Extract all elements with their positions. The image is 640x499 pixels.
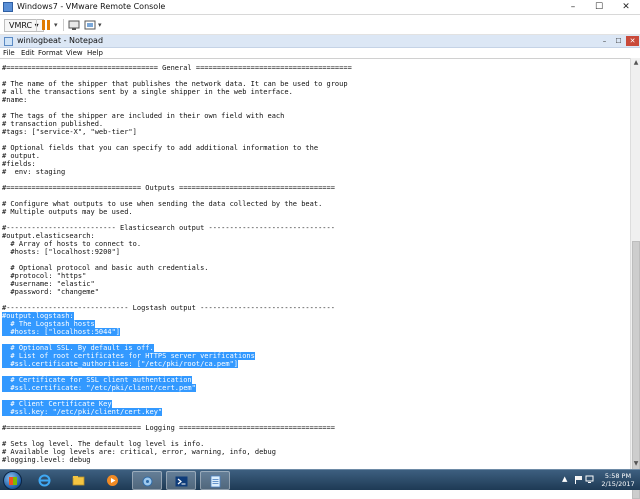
network-tray-icon[interactable] bbox=[585, 475, 594, 484]
taskbar: ▲ 5:58 PM 2/15/2017 bbox=[0, 469, 640, 490]
menu-help[interactable]: Help bbox=[87, 48, 103, 58]
text-line: #output.elasticsearch: bbox=[2, 232, 95, 240]
notepad-text-area[interactable]: #==================================== Ge… bbox=[0, 58, 630, 469]
selected-text-line: # Optional SSL. By default is off. bbox=[2, 344, 154, 352]
text-line: #================================ Output… bbox=[2, 184, 335, 192]
vm-maximize-button[interactable]: ☐ bbox=[586, 0, 612, 15]
network-settings-icon bbox=[142, 476, 153, 487]
action-center-flag-icon[interactable] bbox=[574, 475, 583, 484]
text-line: #-------------------------- Elasticsearc… bbox=[2, 224, 335, 232]
taskbar-notepad[interactable] bbox=[200, 471, 230, 490]
vm-close-button[interactable]: ✕ bbox=[612, 0, 640, 15]
taskbar-network-settings[interactable] bbox=[132, 471, 162, 490]
notepad-maximize-button[interactable]: ☐ bbox=[612, 36, 625, 46]
selected-text-line: # Certificate for SSL client authenticat… bbox=[2, 376, 192, 384]
fullscreen-dropdown-icon[interactable]: ▾ bbox=[98, 19, 102, 31]
menu-format[interactable]: Format bbox=[38, 48, 63, 58]
start-button[interactable] bbox=[3, 471, 22, 490]
taskbar-windows-explorer[interactable] bbox=[64, 471, 94, 490]
vm-titlebar: Windows7 - VMware Remote Console – ☐ ✕ bbox=[0, 0, 640, 15]
menu-view[interactable]: View bbox=[66, 48, 83, 58]
text-line: #protocol: "https" bbox=[2, 272, 87, 280]
system-clock[interactable]: 5:58 PM 2/15/2017 bbox=[599, 472, 637, 488]
vmrc-menu-button[interactable]: VMRC ▾ bbox=[4, 19, 44, 32]
powershell-icon bbox=[175, 476, 188, 487]
scroll-up-icon[interactable]: ▲ bbox=[631, 58, 640, 68]
selected-text-line: #ssl.key: "/etc/pki/client/cert.key" bbox=[2, 408, 163, 416]
text-line: # output. bbox=[2, 152, 40, 160]
menu-edit[interactable]: Edit bbox=[21, 48, 35, 58]
vm-toolbar: VMRC ▾ ▾ ▾ bbox=[0, 15, 640, 35]
clock-time: 5:58 PM bbox=[604, 472, 632, 480]
text-line: # Configure what outputs to use when sen… bbox=[2, 200, 323, 208]
toolbar-separator bbox=[63, 19, 64, 31]
notepad-taskbar-icon bbox=[210, 475, 221, 488]
windows-logo-icon bbox=[9, 477, 17, 485]
text-line: # env: staging bbox=[2, 168, 66, 176]
text-line: # Sets log level. The default log level … bbox=[2, 440, 205, 448]
taskbar-media-player[interactable] bbox=[98, 471, 128, 490]
text-line: #==================================== Ge… bbox=[2, 64, 352, 72]
text-line: #logging.level: debug bbox=[2, 456, 91, 464]
text-line: #name: bbox=[2, 96, 28, 104]
selected-text-line: #ssl.certificate_authorities: ["/etc/pki… bbox=[2, 360, 239, 368]
scroll-down-icon[interactable]: ▼ bbox=[631, 459, 640, 469]
text-line: # transaction published. bbox=[2, 120, 104, 128]
vm-minimize-button[interactable]: – bbox=[560, 0, 586, 15]
selected-text-line: #hosts: ["localhost:5044"] bbox=[2, 328, 121, 336]
text-line: #----------------------------- Logstash … bbox=[2, 304, 335, 312]
notepad-menubar: File Edit Format View Help bbox=[0, 48, 640, 58]
notepad-icon bbox=[4, 37, 13, 46]
folder-icon bbox=[72, 476, 85, 486]
vmware-icon bbox=[3, 2, 13, 12]
text-line: #tags: ["service-X", "web-tier"] bbox=[2, 128, 137, 136]
send-ctrl-alt-del-icon[interactable] bbox=[68, 19, 80, 31]
text-line: #password: "changeme" bbox=[2, 288, 99, 296]
text-line: #================================ Loggin… bbox=[2, 424, 335, 432]
media-player-icon bbox=[107, 475, 118, 486]
text-line: #fields: bbox=[2, 160, 36, 168]
text-line: # all the transactions sent by a single … bbox=[2, 88, 293, 96]
selected-text-line: # The Logstash hosts bbox=[2, 320, 95, 328]
show-hidden-icons-icon[interactable]: ▲ bbox=[562, 475, 567, 483]
notepad-titlebar: winlogbeat - Notepad – ☐ ✕ bbox=[0, 35, 640, 48]
selected-text-line: #ssl.certificate: "/etc/pki/client/cert.… bbox=[2, 384, 196, 392]
vm-window-title: Windows7 - VMware Remote Console bbox=[17, 2, 166, 11]
text-line: # Available log levels are: critical, er… bbox=[2, 448, 276, 456]
fullscreen-icon[interactable] bbox=[84, 19, 96, 31]
text-line: # Optional protocol and basic auth crede… bbox=[2, 264, 209, 272]
toolbar-separator bbox=[36, 19, 37, 31]
text-line: # Array of hosts to connect to. bbox=[2, 240, 142, 248]
selected-text-line: # List of root certificates for HTTPS se… bbox=[2, 352, 255, 360]
menu-file[interactable]: File bbox=[3, 48, 15, 58]
taskbar-powershell[interactable] bbox=[166, 471, 196, 490]
notepad-minimize-button[interactable]: – bbox=[598, 36, 611, 46]
clock-date: 2/15/2017 bbox=[601, 480, 635, 488]
notepad-window-title: winlogbeat - Notepad bbox=[17, 36, 104, 45]
pause-icon[interactable] bbox=[40, 19, 52, 31]
selected-text-line: #output.logstash: bbox=[2, 312, 74, 320]
notepad-close-button[interactable]: ✕ bbox=[626, 36, 639, 46]
vertical-scrollbar[interactable]: ▲ ▼ bbox=[630, 58, 640, 499]
internet-explorer-icon bbox=[38, 474, 51, 487]
taskbar-internet-explorer[interactable] bbox=[30, 471, 60, 490]
text-line: #username: "elastic" bbox=[2, 280, 95, 288]
text-line: # Optional fields that you can specify t… bbox=[2, 144, 319, 152]
selected-text-line: # Client Certificate Key bbox=[2, 400, 112, 408]
text-line: #hosts: ["localhost:9200"] bbox=[2, 248, 121, 256]
pause-dropdown-icon[interactable]: ▾ bbox=[54, 19, 58, 31]
text-line: # The name of the shipper that publishes… bbox=[2, 80, 348, 88]
text-line: # The tags of the shipper are included i… bbox=[2, 112, 285, 120]
text-line: # Multiple outputs may be used. bbox=[2, 208, 133, 216]
